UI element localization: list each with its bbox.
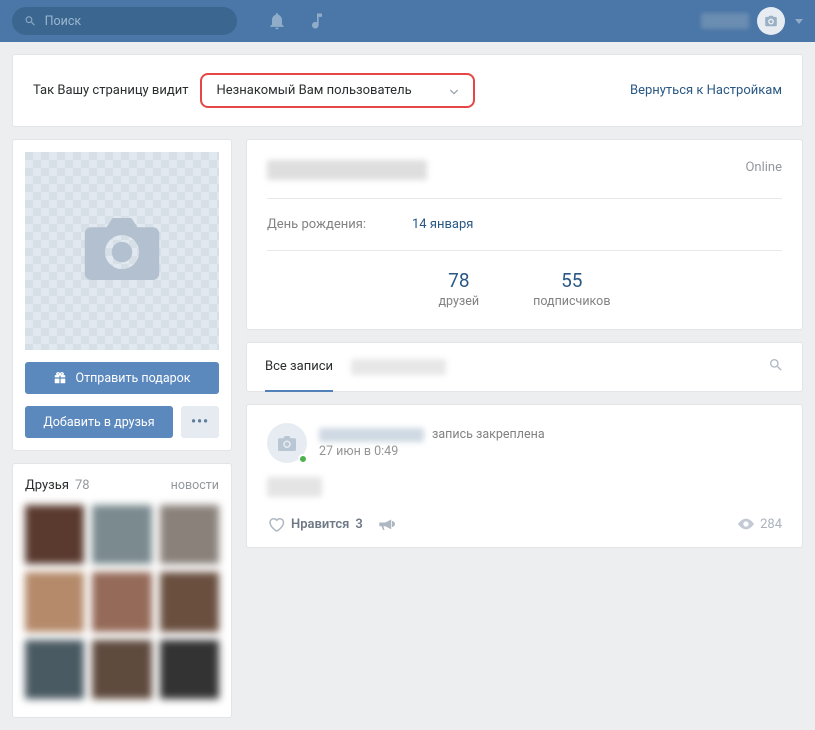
share-button[interactable] — [377, 515, 395, 533]
topbar-icons — [267, 11, 327, 31]
friend-cell[interactable] — [160, 505, 219, 564]
stat-label: друзей — [439, 294, 480, 309]
tab-all-posts[interactable]: Все записи — [265, 343, 333, 392]
views-counter: 284 — [738, 517, 782, 532]
profile-header-card: Online День рождения: 14 января 78 друзей… — [246, 139, 803, 330]
wall-card: Все записи — [246, 342, 803, 392]
send-gift-button[interactable]: Отправить подарок — [25, 362, 219, 394]
wall-tabs: Все записи — [247, 343, 802, 391]
birthday-value[interactable]: 14 января — [412, 217, 473, 232]
viewer-select-value: Незнакомый Вам пользователь — [216, 83, 411, 98]
post-author-name-blur[interactable] — [319, 428, 424, 442]
top-bar — [0, 0, 815, 42]
post-card: запись закреплена 27 июн в 0:49 Нравится… — [246, 404, 803, 548]
views-count: 284 — [760, 517, 782, 532]
send-gift-label: Отправить подарок — [75, 371, 190, 386]
stat-item[interactable]: 78 друзей — [439, 269, 480, 309]
camera-icon — [83, 218, 161, 284]
tab-blur[interactable] — [351, 359, 446, 375]
post-date[interactable]: 27 июн в 0:49 — [319, 444, 545, 459]
stat-label: подписчиков — [533, 294, 610, 309]
online-status: Online — [745, 160, 782, 180]
viewer-select[interactable]: Незнакомый Вам пользователь — [200, 73, 475, 108]
avatar — [757, 7, 785, 35]
friend-cell[interactable] — [92, 505, 151, 564]
like-button[interactable]: Нравится 3 — [267, 515, 363, 533]
stat-number: 78 — [439, 269, 480, 292]
search-icon — [24, 14, 37, 28]
friend-cell[interactable] — [25, 505, 84, 564]
friend-cell[interactable] — [92, 640, 151, 699]
post-author-avatar[interactable] — [267, 423, 307, 463]
friends-card: Друзья 78 новости — [12, 463, 232, 718]
more-button[interactable]: ••• — [181, 406, 219, 438]
friends-news-link[interactable]: новости — [171, 478, 219, 493]
post-content-blur — [267, 477, 322, 497]
user-name-blur — [701, 13, 749, 29]
profile-name-blur — [267, 160, 427, 180]
stat-number: 55 — [533, 269, 610, 292]
megaphone-icon — [377, 515, 395, 533]
back-to-settings-link[interactable]: Вернуться к Настройкам — [630, 83, 782, 98]
chevron-down-icon — [449, 86, 459, 96]
post-pinned-label: запись закреплена — [432, 427, 545, 442]
gift-icon — [53, 371, 67, 385]
chevron-down-icon — [795, 19, 803, 24]
more-label: ••• — [191, 417, 209, 427]
friend-cell[interactable] — [25, 640, 84, 699]
music-icon[interactable] — [307, 11, 327, 31]
profile-photo-placeholder[interactable] — [25, 152, 219, 350]
add-friend-label: Добавить в друзья — [43, 415, 154, 430]
bell-icon[interactable] — [267, 11, 287, 31]
friends-count: 78 — [75, 478, 90, 493]
friend-cell[interactable] — [160, 640, 219, 699]
online-dot — [298, 454, 308, 464]
topbar-user[interactable] — [701, 7, 803, 35]
photo-card: Отправить подарок Добавить в друзья ••• — [12, 139, 232, 451]
search-box[interactable] — [12, 7, 237, 35]
profile-stats: 78 друзей 55 подписчиков — [267, 269, 782, 309]
friend-cell[interactable] — [92, 572, 151, 631]
friend-cell[interactable] — [160, 572, 219, 631]
search-input[interactable] — [45, 14, 225, 29]
friends-title[interactable]: Друзья — [25, 478, 69, 493]
friends-grid — [25, 505, 219, 699]
like-count: 3 — [355, 517, 362, 532]
friend-cell[interactable] — [25, 572, 84, 631]
camera-icon — [764, 14, 778, 28]
view-as-notice: Так Вашу страницу видит Незнакомый Вам п… — [12, 54, 803, 127]
birthday-label: День рождения: — [267, 217, 412, 232]
like-label: Нравится — [291, 517, 349, 532]
camera-icon — [278, 436, 296, 451]
wall-search-button[interactable] — [768, 357, 784, 377]
notice-text: Так Вашу страницу видит — [33, 83, 188, 98]
heart-icon — [267, 515, 285, 533]
stat-item[interactable]: 55 подписчиков — [533, 269, 610, 309]
eye-icon — [738, 518, 754, 530]
search-icon — [768, 357, 784, 373]
add-friend-button[interactable]: Добавить в друзья — [25, 406, 173, 438]
